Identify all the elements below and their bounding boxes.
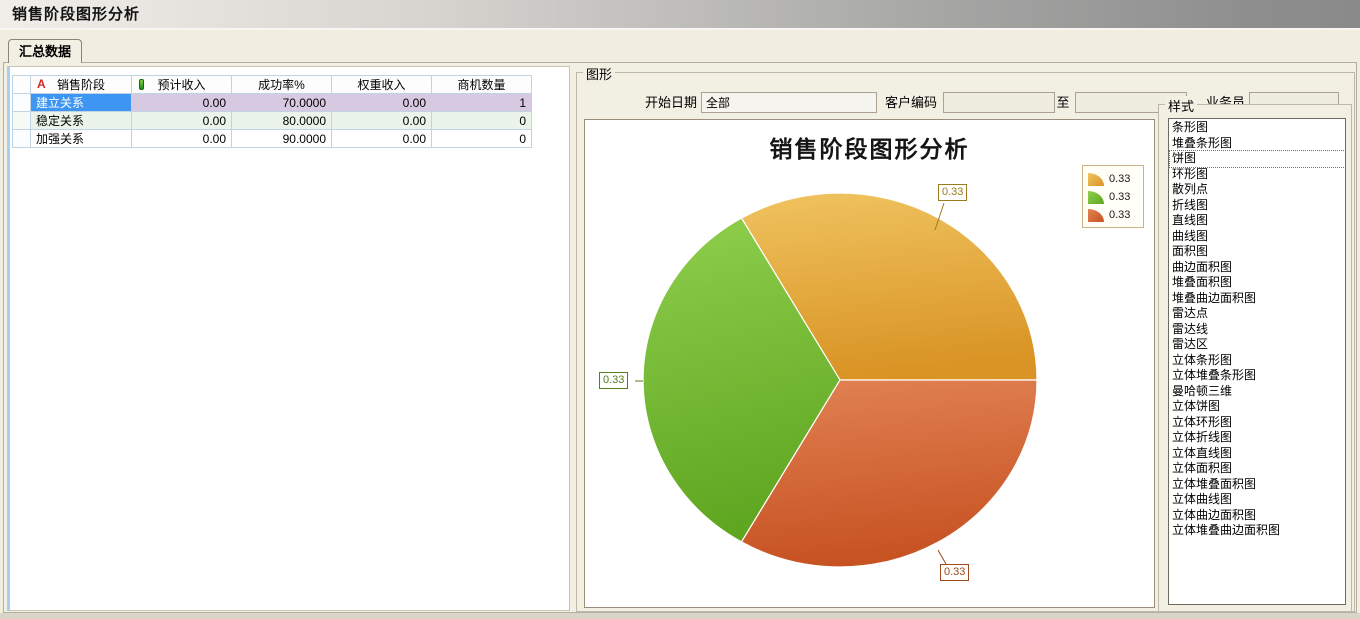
table-cell[interactable]: 0 [432,130,532,148]
style-list-item[interactable]: 雷达线 [1170,322,1345,338]
table-cell[interactable]: 70.0000 [232,94,332,112]
style-list-item[interactable]: 立体曲边面积图 [1170,508,1345,524]
style-list-item[interactable]: 立体堆叠面积图 [1170,477,1345,493]
column-label: 预计收入 [157,78,205,92]
column-label: 销售阶段 [57,78,105,92]
column-header-weighted-income[interactable]: 权重收入 [332,76,432,94]
customer-code-label: 客户编码 [877,93,937,113]
style-list-item[interactable]: 立体面积图 [1170,461,1345,477]
style-list-item[interactable]: 立体环形图 [1170,415,1345,431]
style-list-item[interactable]: 曲边面积图 [1170,260,1345,276]
table-cell[interactable]: 0.00 [332,130,432,148]
row-indicator-cell[interactable] [13,94,31,112]
table-cell[interactable]: 稳定关系 [31,112,132,130]
window-title: 销售阶段图形分析 [0,6,140,23]
column-label: 成功率% [258,78,305,92]
legend-value: 0.33 [1109,209,1130,221]
window-titlebar: 销售阶段图形分析 [0,0,1360,30]
row-indicator-cell[interactable] [13,112,31,130]
pie-slice-label: 0.33 [940,564,969,581]
column-header-opportunity-count[interactable]: 商机数量 [432,76,532,94]
tab-label: 汇总数据 [19,44,71,59]
style-list-item[interactable]: 面积图 [1170,244,1345,260]
column-header-success-rate[interactable]: 成功率% [232,76,332,94]
style-list-item[interactable]: 散列点 [1170,182,1345,198]
legend-value: 0.33 [1109,191,1130,203]
style-list-item[interactable]: 曼哈顿三维 [1170,384,1345,400]
style-list-item[interactable]: 条形图 [1170,120,1345,136]
pie-label-connector [938,550,946,564]
style-list-item[interactable]: 立体曲线图 [1170,492,1345,508]
row-indicator-header [13,76,31,94]
column-label: 权重收入 [357,78,405,92]
style-list-item[interactable]: 立体堆叠条形图 [1170,368,1345,384]
style-list-item[interactable]: 雷达区 [1170,337,1345,353]
style-list-item[interactable]: 堆叠曲边面积图 [1170,291,1345,307]
style-list-item[interactable]: 雷达点 [1170,306,1345,322]
table-cell[interactable]: 0.00 [132,112,232,130]
status-strip [0,613,1360,619]
table-row[interactable]: 加强关系0.0090.00000.000 [13,130,532,148]
pie-chart-container: 销售阶段图形分析 0.330.330.33 0.330.330.33 [584,119,1155,608]
style-groupbox: 样式 条形图堆叠条形图饼图环形图散列点折线图直线图曲线图面积图曲边面积图堆叠面积… [1158,104,1352,612]
legend-entry: 0.33 [1088,206,1140,224]
legend-swatch-icon [1088,209,1104,222]
legend-value: 0.33 [1109,173,1130,185]
pie-slice-label: 0.33 [599,372,628,389]
legend-swatch-icon [1088,191,1104,204]
style-list-item[interactable]: 饼图 [1170,151,1345,167]
table-cell[interactable]: 0.00 [332,94,432,112]
style-list-item[interactable]: 曲线图 [1170,229,1345,245]
table-row[interactable]: 稳定关系0.0080.00000.000 [13,112,532,130]
application-window: 销售阶段图形分析 汇总数据 A 销售阶段 预计收入 [0,0,1360,619]
table-cell[interactable]: 加强关系 [31,130,132,148]
graph-groupbox-label: 图形 [583,64,615,83]
chart-legend: 0.33 0.33 0.33 [1082,165,1144,228]
table-cell[interactable]: 0 [432,112,532,130]
chart-style-listbox[interactable]: 条形图堆叠条形图饼图环形图散列点折线图直线图曲线图面积图曲边面积图堆叠面积图堆叠… [1168,118,1346,605]
style-list-item[interactable]: 立体折线图 [1170,430,1345,446]
summary-table: A 销售阶段 预计收入 成功率% 权重收入 商机数量 [12,75,532,148]
legend-entry: 0.33 [1088,188,1140,206]
style-list-item[interactable]: 堆叠面积图 [1170,275,1345,291]
table-row[interactable]: 建立关系0.0070.00000.001 [13,94,532,112]
customer-code-input[interactable] [943,92,1055,113]
style-groupbox-label: 样式 [1165,96,1197,115]
summary-grid-panel: A 销售阶段 预计收入 成功率% 权重收入 商机数量 [7,66,570,611]
table-cell[interactable]: 80.0000 [232,112,332,130]
table-cell[interactable]: 1 [432,94,532,112]
table-cell[interactable]: 0.00 [132,130,232,148]
style-list-item[interactable]: 立体堆叠曲边面积图 [1170,523,1345,539]
column-header-expected-income[interactable]: 预计收入 [132,76,232,94]
start-date-input[interactable] [701,92,877,113]
style-list-item[interactable]: 环形图 [1170,167,1345,183]
table-cell[interactable]: 0.00 [132,94,232,112]
style-list-item[interactable]: 直线图 [1170,213,1345,229]
style-list-item[interactable]: 立体饼图 [1170,399,1345,415]
table-cell[interactable]: 90.0000 [232,130,332,148]
style-list-item[interactable]: 堆叠条形图 [1170,136,1345,152]
table-cell[interactable]: 建立关系 [31,94,132,112]
style-list-item[interactable]: 折线图 [1170,198,1345,214]
numeric-field-icon [139,79,144,90]
to-label: 至 [1055,93,1071,113]
row-indicator-cell[interactable] [13,130,31,148]
column-label: 商机数量 [457,78,505,92]
start-date-label: 开始日期 [633,93,697,113]
column-header-sales-stage[interactable]: A 销售阶段 [31,76,132,94]
legend-swatch-icon [1088,173,1104,186]
pie-slice-label: 0.33 [938,184,967,201]
legend-entry: 0.33 [1088,170,1140,188]
table-header-row: A 销售阶段 预计收入 成功率% 权重收入 商机数量 [13,76,532,94]
style-list-item[interactable]: 立体条形图 [1170,353,1345,369]
tab-summary-data[interactable]: 汇总数据 [8,39,82,63]
style-list-item[interactable]: 立体直线图 [1170,446,1345,462]
table-cell[interactable]: 0.00 [332,112,432,130]
pie-chart [585,120,1156,609]
red-a-icon: A [37,77,46,91]
